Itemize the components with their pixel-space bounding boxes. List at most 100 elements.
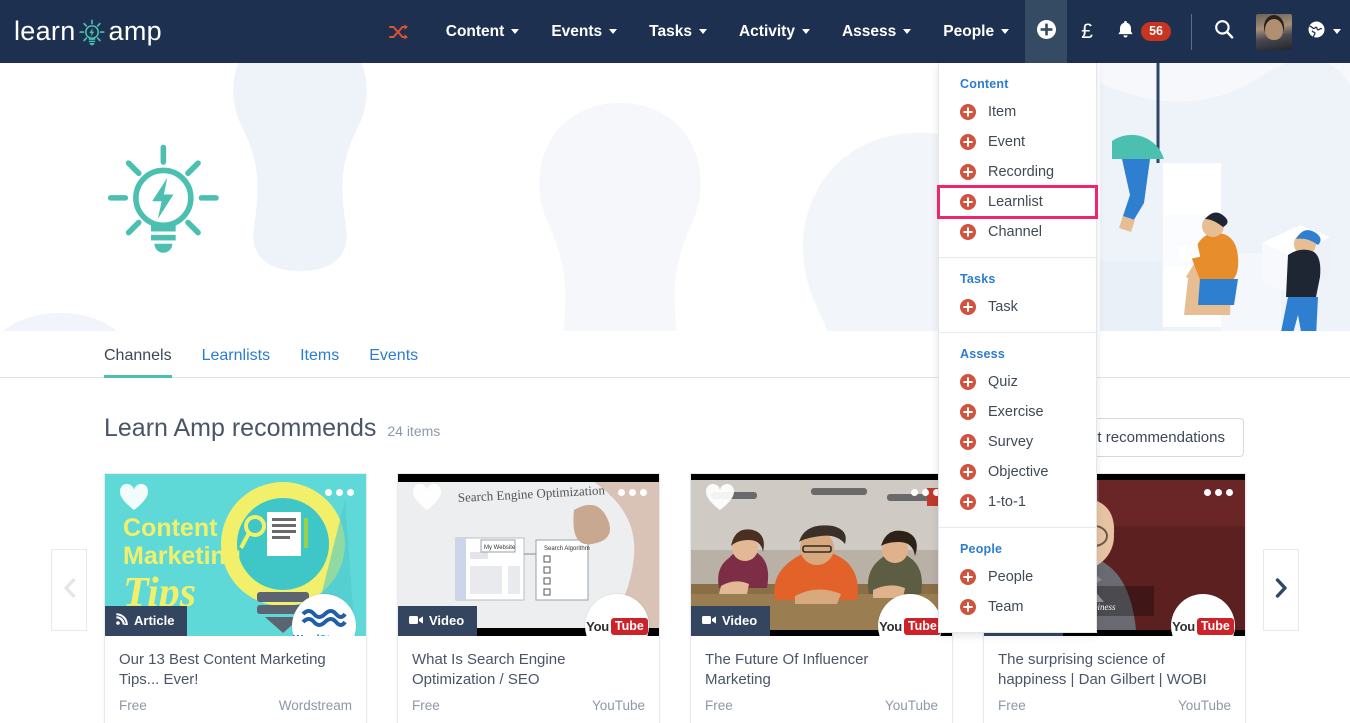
dropdown-item-label: Quiz: [988, 374, 1018, 390]
card-price: Free: [705, 698, 733, 713]
plus-circle-icon: [1036, 19, 1057, 45]
plus-circle-icon: [960, 164, 976, 180]
tab-items[interactable]: Items: [300, 347, 339, 377]
dropdown-section-content: Content Item Event Recording Learnlist C…: [937, 63, 1098, 257]
plus-circle-icon: [960, 104, 976, 120]
recommendations-carousel: Content Marketing Tips Article Our 13 Be…: [0, 473, 1350, 723]
dropdown-section-title: Tasks: [960, 272, 996, 286]
card-menu-button[interactable]: [325, 489, 354, 496]
dropdown-item-survey[interactable]: Survey: [939, 427, 1096, 457]
favorite-heart-icon[interactable]: [119, 483, 149, 512]
billing-button[interactable]: £: [1067, 0, 1107, 63]
dropdown-item-label: 1-to-1: [988, 494, 1026, 510]
dropdown-item-learnlist[interactable]: Learnlist: [937, 185, 1098, 219]
dropdown-item-task[interactable]: Task: [939, 292, 1096, 322]
dropdown-item-label: Team: [988, 599, 1024, 615]
card-footer: Free YouTube: [691, 690, 952, 723]
dropdown-item-label: Objective: [988, 464, 1049, 480]
content-card[interactable]: Video You Tube The Future Of Influencer M…: [690, 473, 953, 723]
dropdown-item-quiz[interactable]: Quiz: [939, 367, 1096, 397]
rss-icon: [116, 613, 128, 628]
page-title: Learn Amp recommends: [104, 414, 377, 442]
bell-icon: [1117, 20, 1134, 44]
dropdown-item-objective[interactable]: Objective: [939, 457, 1096, 487]
chevron-down-icon: [698, 29, 707, 34]
plus-circle-icon: [960, 134, 976, 150]
search-icon: [1214, 19, 1234, 44]
nav-item-tasks[interactable]: Tasks: [633, 0, 723, 63]
tab-label: Learnlists: [201, 347, 271, 364]
card-title: What Is Search Engine Optimization / SEO: [412, 651, 566, 689]
content-card[interactable]: Search Engine Optimization (SEO) My Webs…: [397, 473, 660, 723]
chevron-right-icon: [1274, 577, 1289, 604]
dropdown-item-label: Exercise: [988, 404, 1044, 420]
dropdown-item-channel[interactable]: Channel: [939, 217, 1096, 247]
card-thumbnail: Content Marketing Tips Article: [105, 474, 366, 636]
avatar: [1256, 13, 1292, 50]
tab-events[interactable]: Events: [369, 347, 418, 377]
plus-circle-icon: [960, 464, 976, 480]
plus-circle-icon: [960, 194, 976, 210]
shuffle-icon[interactable]: [388, 24, 408, 40]
dropdown-item-item[interactable]: Item: [939, 97, 1096, 127]
card-menu-button[interactable]: [618, 489, 647, 496]
dropdown-section-title: Content: [960, 77, 1009, 91]
card-thumbnail: Video You Tube: [691, 474, 952, 636]
card-price: Free: [998, 698, 1026, 713]
nav-item-label: Tasks: [649, 23, 692, 40]
dropdown-item-recording[interactable]: Recording: [939, 157, 1096, 187]
dropdown-item-people[interactable]: People: [939, 562, 1096, 592]
nav-item-assess[interactable]: Assess: [826, 0, 927, 63]
carousel-prev-button[interactable]: [51, 549, 87, 631]
card-menu-button[interactable]: [911, 489, 940, 496]
favorite-heart-icon[interactable]: [705, 483, 735, 512]
logo-text-right: amp: [108, 16, 162, 46]
favorite-heart-icon[interactable]: [412, 483, 442, 512]
card-title: The surprising science of happiness | Da…: [998, 651, 1207, 689]
dropdown-item-label: Item: [988, 104, 1017, 120]
card-menu-button[interactable]: [1204, 489, 1233, 496]
tab-channels[interactable]: Channels: [104, 347, 172, 378]
nav-item-content[interactable]: Content: [430, 0, 536, 63]
dropdown-section-assess: Assess Quiz Exercise Survey Objective 1-…: [939, 332, 1096, 527]
notifications-button[interactable]: 56: [1107, 0, 1177, 63]
content-type-badge: Video: [398, 606, 478, 636]
dropdown-item-team[interactable]: Team: [939, 592, 1096, 622]
svg-text:My Website: My Website: [484, 545, 516, 551]
dropdown-item-1-to-1[interactable]: 1-to-1: [939, 487, 1096, 517]
card-price: Free: [119, 698, 147, 713]
content-type-label: Article: [134, 613, 175, 628]
carousel-next-button[interactable]: [1263, 549, 1299, 631]
brand-logo[interactable]: learn amp: [0, 0, 389, 63]
dropdown-item-label: Learnlist: [988, 194, 1043, 210]
card-title: The Future Of Influencer Marketing: [705, 651, 869, 689]
dropdown-item-event[interactable]: Event: [939, 127, 1096, 157]
search-button[interactable]: [1204, 0, 1244, 63]
section-header: Learn Amp recommends 24 items: [104, 414, 440, 443]
create-button[interactable]: [1025, 0, 1068, 63]
card-footer: Free Wordstream: [105, 690, 366, 723]
dropdown-item-label: Event: [988, 134, 1026, 150]
nav-item-activity[interactable]: Activity: [723, 0, 826, 63]
card-provider: Wordstream: [278, 698, 352, 713]
nav-item-events[interactable]: Events: [535, 0, 633, 63]
plus-circle-icon: [960, 374, 976, 390]
notification-count-badge: 56: [1141, 21, 1171, 42]
page-root: learn amp Content Events Tasks Activity …: [0, 0, 1350, 723]
nav-item-people[interactable]: People: [927, 0, 1025, 63]
content-card[interactable]: Content Marketing Tips Article Our 13 Be…: [104, 473, 367, 723]
nav-item-label: People: [943, 23, 995, 40]
user-avatar-button[interactable]: [1244, 0, 1304, 63]
dropdown-item-label: Channel: [988, 224, 1043, 240]
card-footer: Free YouTube: [984, 690, 1245, 723]
language-button[interactable]: [1304, 0, 1350, 63]
svg-text:Content: Content: [123, 514, 218, 542]
tab-learnlists[interactable]: Learnlists: [202, 347, 270, 377]
dropdown-item-exercise[interactable]: Exercise: [939, 397, 1096, 427]
nav-item-label: Events: [551, 23, 603, 40]
content-type-label: Video: [722, 613, 758, 628]
chevron-down-icon: [609, 29, 618, 34]
content-type-label: Video: [429, 613, 465, 628]
hero-banner: [0, 63, 1350, 331]
header-actions: £ 56: [1025, 0, 1350, 63]
